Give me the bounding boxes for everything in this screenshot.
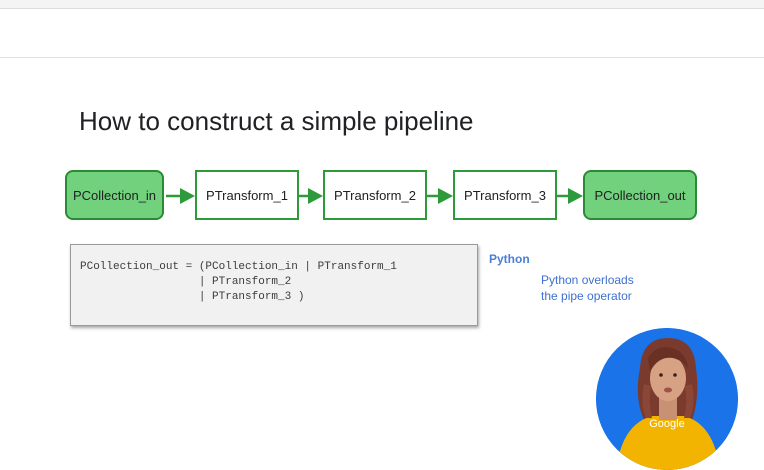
header-divider — [0, 57, 764, 58]
arrow-right-icon — [427, 188, 453, 204]
presenter-video: Google — [596, 328, 738, 470]
pcollection-in-node: PCollection_in — [65, 170, 164, 220]
ptransform-1-node: PTransform_1 — [195, 170, 299, 220]
shirt-logo-text: Google — [649, 418, 685, 430]
note-line-2: the pipe operator — [541, 289, 632, 303]
arrow-right-icon — [298, 188, 323, 204]
pcollection-out-node: PCollection_out — [583, 170, 697, 220]
language-label: Python — [489, 252, 530, 266]
arrow-right-icon — [556, 188, 583, 204]
presenter-image — [596, 328, 738, 470]
slide-title: How to construct a simple pipeline — [79, 106, 474, 136]
code-line: PCollection_out = (PCollection_in | PTra… — [80, 261, 397, 273]
code-snippet: PCollection_out = (PCollection_in | PTra… — [70, 244, 478, 326]
code-line: | PTransform_3 ) — [80, 291, 305, 303]
ptransform-2-node: PTransform_2 — [323, 170, 427, 220]
note-line-1: Python overloads — [541, 273, 634, 287]
top-bar — [0, 0, 764, 9]
code-line: | PTransform_2 — [80, 276, 292, 288]
arrow-right-icon — [166, 188, 195, 204]
ptransform-3-node: PTransform_3 — [453, 170, 557, 220]
